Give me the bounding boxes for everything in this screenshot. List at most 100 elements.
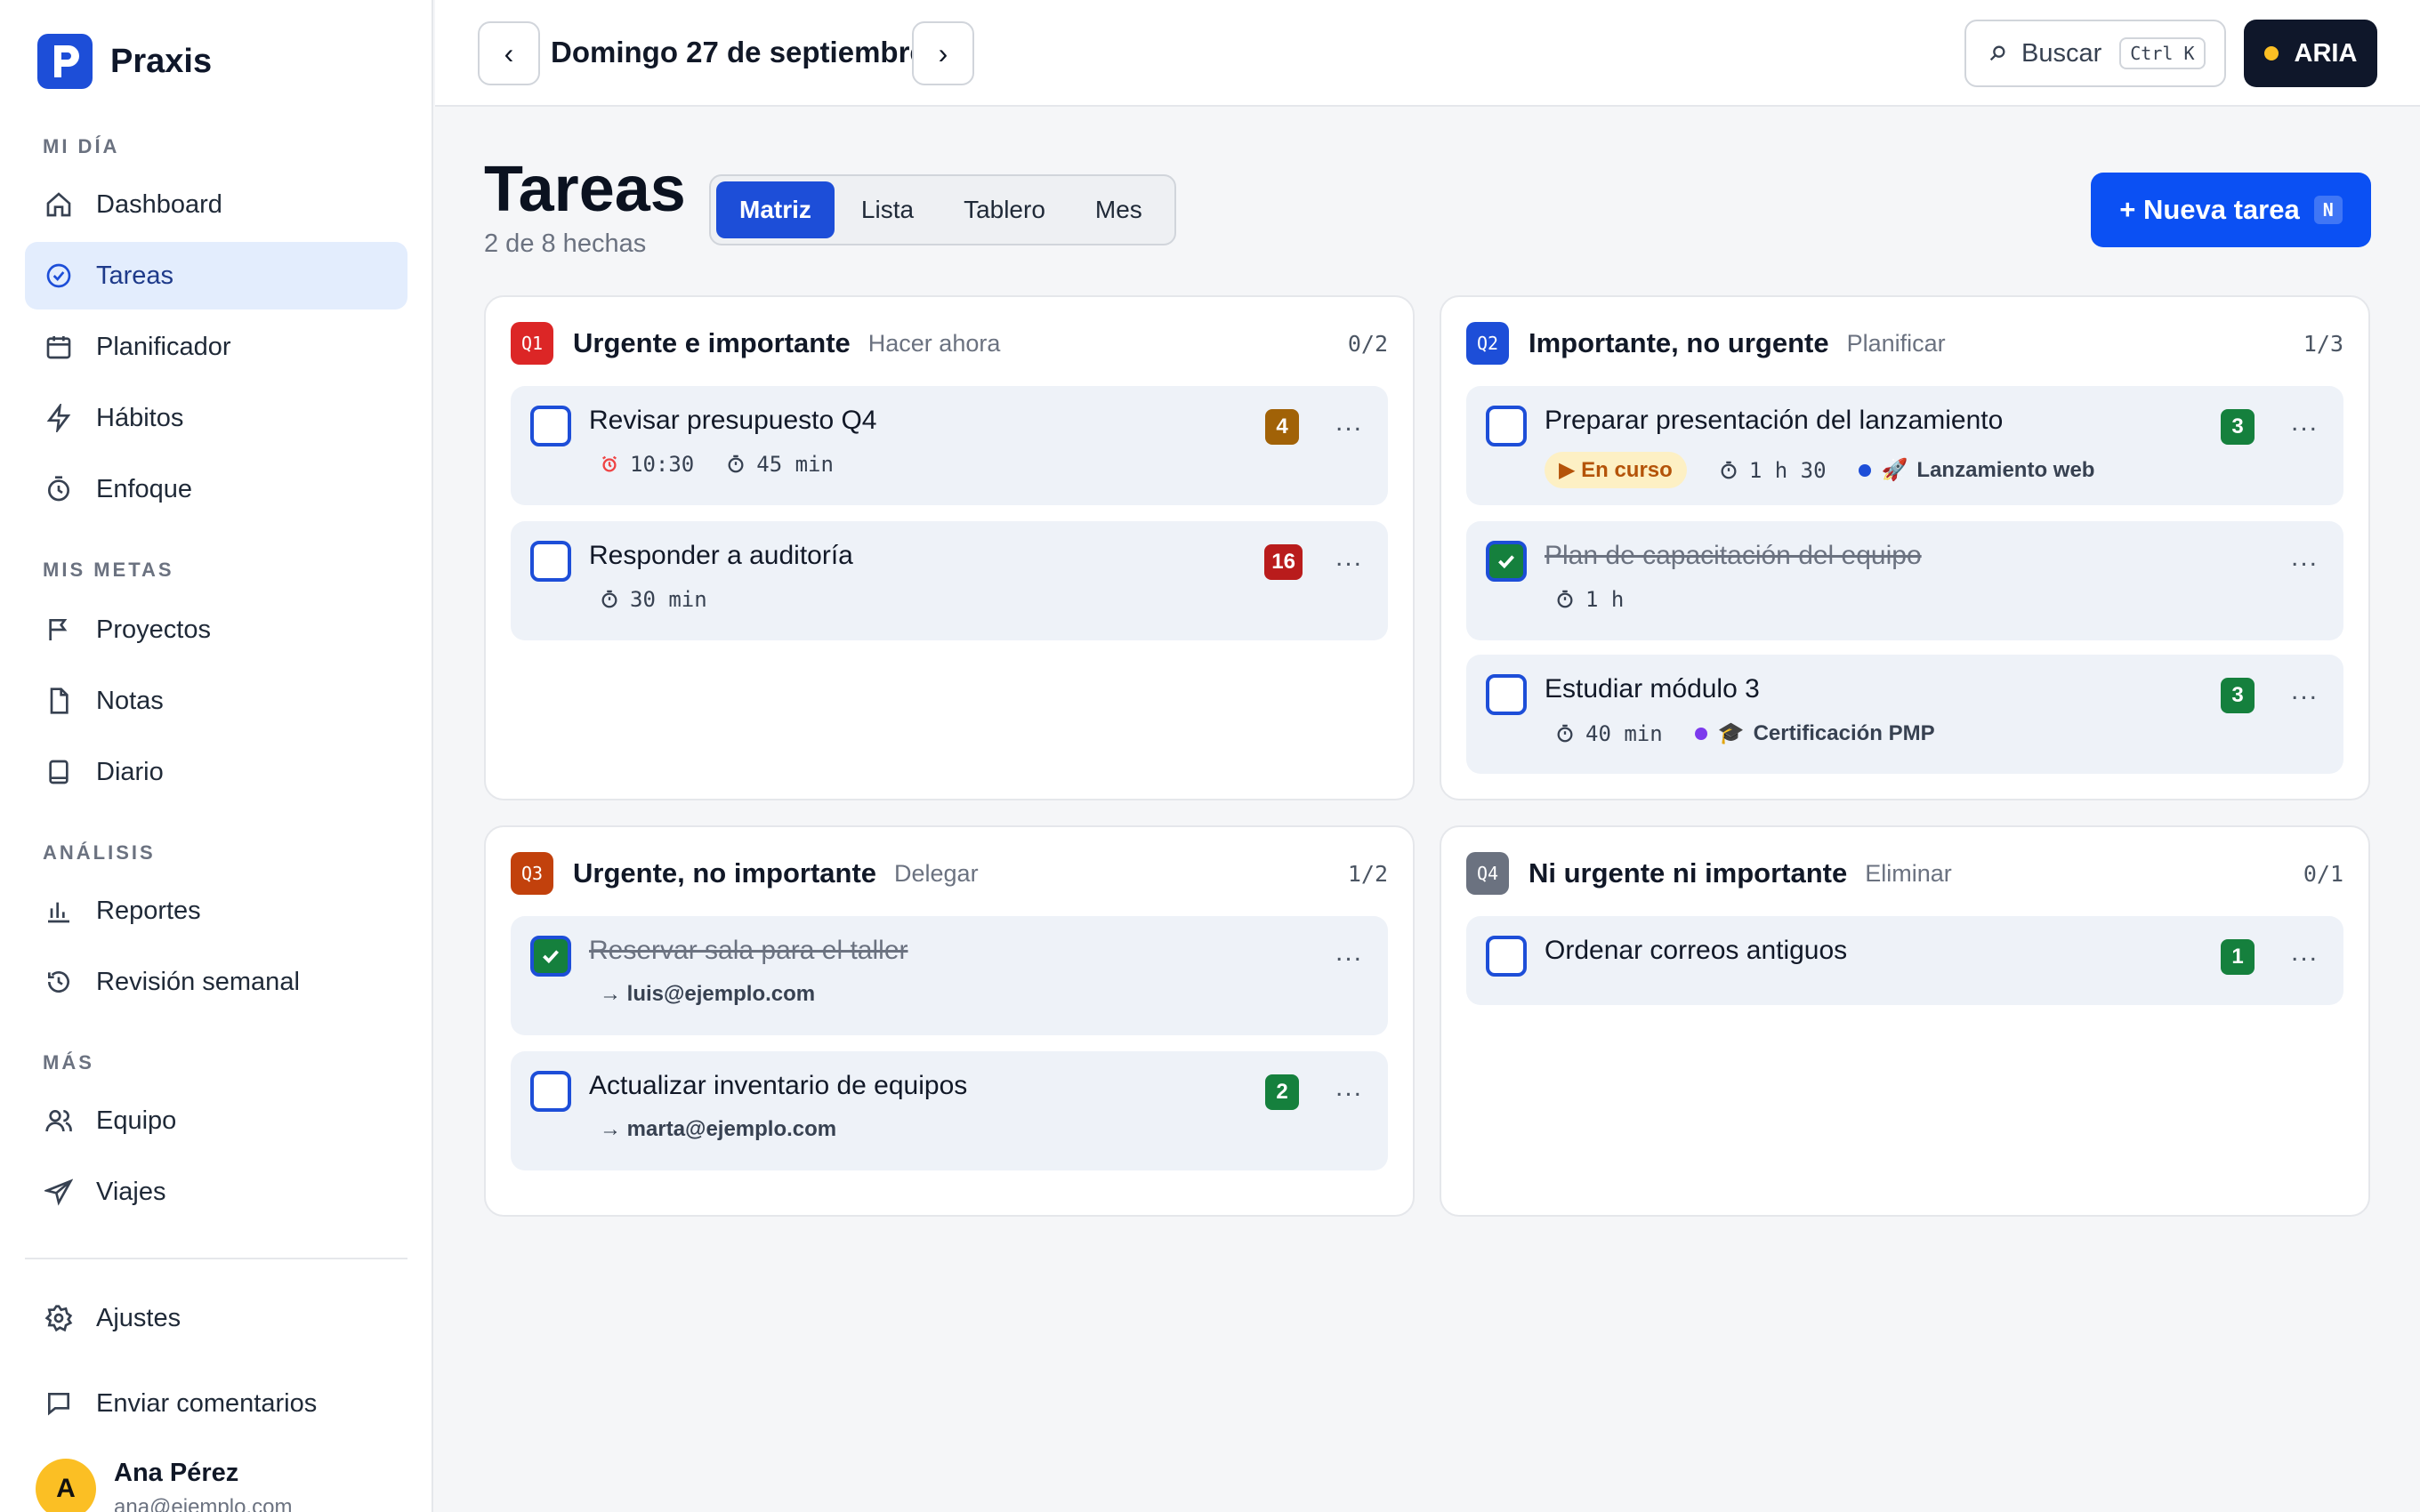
sidebar-item-label: Reportes bbox=[96, 896, 201, 925]
sidebar-item-label: Planificador bbox=[96, 332, 231, 361]
quadrant-hint: Hacer ahora bbox=[867, 329, 1001, 357]
timer-icon bbox=[1555, 724, 1575, 744]
task-checkbox[interactable] bbox=[530, 406, 571, 446]
sidebar-item-revision-semanal[interactable]: Revisión semanal bbox=[25, 948, 407, 1016]
project-dot-icon bbox=[1858, 463, 1871, 477]
sidebar-item-equipo[interactable]: Equipo bbox=[25, 1087, 407, 1154]
timer-icon bbox=[43, 473, 75, 505]
quadrant-badge: Q2 bbox=[1466, 322, 1509, 365]
new-task-button[interactable]: + Nueva tarea N bbox=[2091, 173, 2371, 247]
search-button[interactable]: Buscar Ctrl K bbox=[1964, 20, 2226, 87]
priority-badge: 3 bbox=[2221, 678, 2255, 713]
timer-icon bbox=[600, 590, 619, 609]
flag-icon bbox=[43, 614, 75, 646]
quadrant-q3: Q3 Urgente, no importante Delegar 1/2 Re… bbox=[484, 825, 1415, 1217]
tab-matriz[interactable]: Matriz bbox=[716, 181, 835, 238]
sidebar-item-dashboard[interactable]: Dashboard bbox=[25, 171, 407, 238]
message-icon bbox=[43, 1387, 75, 1420]
sidebar-item-proyectos[interactable]: Proyectos bbox=[25, 596, 407, 664]
tab-lista[interactable]: Lista bbox=[838, 181, 937, 238]
book-icon bbox=[43, 756, 75, 788]
status-badge: ▶ En curso bbox=[1545, 452, 1687, 488]
prev-day-button[interactable]: ‹ bbox=[478, 21, 540, 85]
current-date: Domingo 27 de septiembre bbox=[551, 36, 926, 68]
next-day-button[interactable]: › bbox=[912, 21, 974, 85]
quadrant-badge: Q4 bbox=[1466, 852, 1509, 895]
task-checkbox[interactable] bbox=[1486, 406, 1527, 446]
quadrant-title: Ni urgente ni importante bbox=[1529, 857, 1848, 889]
sidebar-item-enviar-comentarios[interactable]: Enviar comentarios bbox=[25, 1370, 407, 1437]
task-menu-button[interactable]: ... bbox=[2291, 676, 2319, 706]
task-card[interactable]: Reservar sala para el taller → luis@ejem… bbox=[511, 916, 1388, 1035]
brand[interactable]: Praxis bbox=[37, 34, 212, 89]
quadrant-hint: Eliminar bbox=[1865, 859, 1952, 887]
aria-assistant-button[interactable]: ARIA bbox=[2244, 20, 2377, 87]
task-delegate: → luis@ejemplo.com bbox=[600, 982, 816, 1006]
quadrant-title: Importante, no urgente bbox=[1529, 327, 1829, 358]
topbar: ‹ Domingo 27 de septiembre › Buscar Ctrl… bbox=[435, 0, 2420, 107]
sidebar-item-label: Enviar comentarios bbox=[96, 1388, 318, 1418]
task-checkbox[interactable] bbox=[1486, 674, 1527, 715]
quadrant-count: 1/3 bbox=[2303, 330, 2343, 357]
task-menu-button[interactable]: ... bbox=[2291, 543, 2319, 573]
task-duration: 1 h 30 bbox=[1748, 457, 1827, 483]
sidebar-item-viajes[interactable]: Viajes bbox=[25, 1158, 407, 1226]
task-menu-button[interactable]: ... bbox=[2291, 407, 2319, 438]
checkmark-icon bbox=[1498, 555, 1514, 569]
tab-tablero[interactable]: Tablero bbox=[940, 181, 1069, 238]
task-title: Revisar presupuesto Q4 bbox=[589, 406, 877, 435]
quadrant-q1: Q1 Urgente e importante Hacer ahora 0/2 … bbox=[484, 295, 1415, 800]
quadrant-count: 0/1 bbox=[2303, 860, 2343, 887]
section-mi-dia: MI DÍA bbox=[43, 135, 120, 157]
task-card[interactable]: Actualizar inventario de equipos → marta… bbox=[511, 1051, 1388, 1170]
quadrant-hint: Planificar bbox=[1846, 329, 1946, 357]
sidebar-item-enfoque[interactable]: Enfoque bbox=[25, 455, 407, 523]
sidebar-item-tareas[interactable]: Tareas bbox=[25, 242, 407, 310]
task-title: Actualizar inventario de equipos bbox=[589, 1071, 968, 1100]
sidebar-item-habitos[interactable]: Hábitos bbox=[25, 384, 407, 452]
praxis-logo-icon bbox=[37, 34, 93, 89]
task-card[interactable]: Plan de capacitación del equipo 1 h ... bbox=[1466, 521, 2343, 640]
task-checkbox[interactable] bbox=[530, 936, 571, 977]
sidebar-item-diario[interactable]: Diario bbox=[25, 738, 407, 806]
task-card[interactable]: Preparar presentación del lanzamiento ▶ … bbox=[1466, 386, 2343, 505]
sidebar-item-planificador[interactable]: Planificador bbox=[25, 313, 407, 381]
task-title: Estudiar módulo 3 bbox=[1545, 674, 1760, 704]
task-card[interactable]: Ordenar correos antiguos 1 ... bbox=[1466, 916, 2343, 1005]
task-title: Preparar presentación del lanzamiento bbox=[1545, 406, 2004, 435]
alarm-icon bbox=[600, 454, 619, 474]
user-email: ana@ejemplo.com bbox=[114, 1495, 293, 1512]
task-menu-button[interactable]: ... bbox=[1335, 407, 1363, 438]
sidebar-item-label: Dashboard bbox=[96, 189, 222, 219]
section-mas: MÁS bbox=[43, 1051, 94, 1074]
user-profile[interactable]: A Ana Pérez ana@ejemplo.com bbox=[36, 1459, 292, 1512]
task-checkbox[interactable] bbox=[530, 541, 571, 582]
task-checkbox[interactable] bbox=[1486, 936, 1527, 977]
sidebar-item-label: Ajustes bbox=[96, 1303, 182, 1332]
priority-badge: 2 bbox=[1265, 1074, 1299, 1110]
task-card[interactable]: Revisar presupuesto Q4 10:30 45 min 4 ..… bbox=[511, 386, 1388, 505]
task-menu-button[interactable]: ... bbox=[1335, 1073, 1363, 1103]
sidebar-item-reportes[interactable]: Reportes bbox=[25, 877, 407, 945]
task-card[interactable]: Estudiar módulo 3 40 min 🎓 Certificación … bbox=[1466, 655, 2343, 774]
file-icon bbox=[43, 685, 75, 717]
sidebar-item-label: Hábitos bbox=[96, 403, 184, 432]
sidebar-item-label: Tareas bbox=[96, 261, 174, 290]
page-subtitle: 2 de 8 hechas bbox=[484, 229, 647, 258]
avatar: A bbox=[36, 1459, 96, 1512]
project-emoji: 🚀 bbox=[1881, 458, 1908, 482]
task-menu-button[interactable]: ... bbox=[1335, 937, 1363, 968]
brand-name: Praxis bbox=[110, 42, 213, 80]
task-checkbox[interactable] bbox=[530, 1071, 571, 1112]
section-analisis: ANÁLISIS bbox=[43, 841, 156, 864]
sidebar-item-notas[interactable]: Notas bbox=[25, 667, 407, 735]
task-checkbox[interactable] bbox=[1486, 541, 1527, 582]
status-dot-icon bbox=[2263, 46, 2279, 60]
quadrant-count: 0/2 bbox=[1347, 330, 1388, 357]
search-shortcut: Ctrl K bbox=[2119, 37, 2206, 69]
task-card[interactable]: Responder a auditoría 30 min 16 ... bbox=[511, 521, 1388, 640]
task-menu-button[interactable]: ... bbox=[1335, 543, 1363, 573]
sidebar-item-ajustes[interactable]: Ajustes bbox=[25, 1284, 407, 1352]
tab-mes[interactable]: Mes bbox=[1072, 181, 1166, 238]
task-menu-button[interactable]: ... bbox=[2291, 937, 2319, 968]
